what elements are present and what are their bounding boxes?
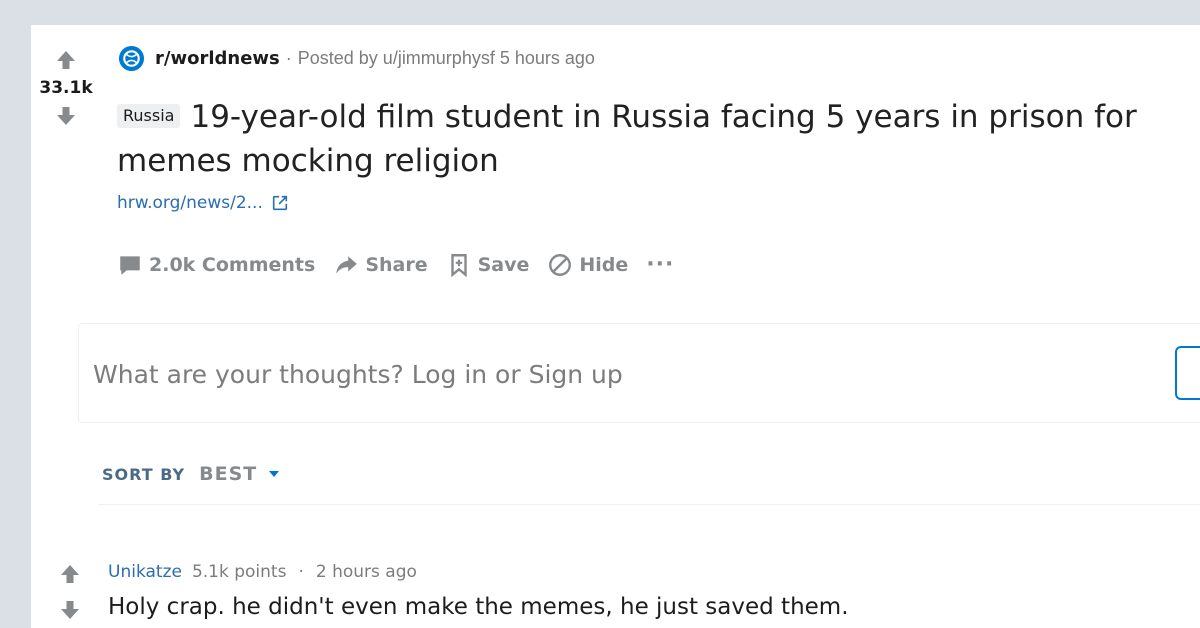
hide-icon bbox=[549, 254, 572, 276]
meta-separator: · bbox=[285, 47, 292, 68]
sort-value[interactable]: BEST bbox=[199, 463, 257, 485]
comment-meta: Unikatze 5.1k points · 2 hours ago bbox=[108, 562, 417, 582]
downvote-icon[interactable] bbox=[54, 104, 78, 128]
comment-author[interactable]: Unikatze bbox=[108, 562, 182, 582]
save-icon bbox=[450, 254, 467, 278]
save-label: Save bbox=[477, 254, 530, 276]
sort-control[interactable]: SORT BY BEST bbox=[102, 463, 281, 485]
posted-by[interactable]: Posted by u/jimmurphysf 5 hours ago bbox=[298, 48, 595, 69]
sort-label: SORT BY bbox=[102, 464, 186, 484]
post-score: 33.1k bbox=[39, 78, 93, 98]
login-button[interactable] bbox=[1175, 346, 1200, 400]
comment-points: 5.1k points bbox=[191, 562, 287, 582]
comments-label: 2.0k Comments bbox=[149, 254, 316, 276]
share-label: Share bbox=[365, 254, 428, 276]
comment-upvote-icon[interactable] bbox=[58, 562, 82, 586]
more-options-button[interactable]: ··· bbox=[646, 254, 674, 276]
caret-down-icon[interactable] bbox=[267, 467, 281, 481]
share-icon bbox=[336, 256, 358, 274]
subreddit-icon[interactable] bbox=[118, 45, 145, 72]
post-link-text[interactable]: hrw.org/news/2... bbox=[117, 193, 263, 213]
subreddit-link[interactable]: r/worldnews bbox=[155, 48, 280, 69]
divider bbox=[99, 504, 1200, 505]
comment-vote-column bbox=[58, 562, 82, 622]
save-button[interactable]: Save bbox=[446, 252, 530, 278]
post-meta: r/worldnews · Posted by u/jimmurphysf 5 … bbox=[118, 44, 595, 72]
external-link-icon[interactable] bbox=[271, 194, 289, 212]
comment-separator: · bbox=[298, 562, 304, 582]
comment-icon bbox=[120, 256, 140, 275]
hide-label: Hide bbox=[579, 254, 629, 276]
post-flair[interactable]: Russia bbox=[117, 103, 181, 128]
comments-button[interactable]: 2.0k Comments bbox=[117, 252, 315, 278]
post-title[interactable]: 19-year-old film student in Russia facin… bbox=[117, 99, 1137, 179]
comment-box[interactable]: What are your thoughts? Log in or Sign u… bbox=[78, 323, 1200, 423]
post-vote-column: 33.1k bbox=[35, 48, 97, 128]
post-link[interactable]: hrw.org/news/2... bbox=[117, 193, 289, 213]
hide-button[interactable]: Hide bbox=[547, 252, 628, 278]
post-title-row: Russia 19-year-old film student in Russia… bbox=[117, 95, 1197, 183]
post-action-bar: 2.0k Comments Share Save Hide ··· bbox=[117, 252, 692, 278]
comment-downvote-icon[interactable] bbox=[58, 598, 82, 622]
comment-body: Holy crap. he didn't even make the memes… bbox=[108, 594, 849, 620]
comment-placeholder[interactable]: What are your thoughts? Log in or Sign u… bbox=[93, 360, 623, 389]
upvote-icon[interactable] bbox=[54, 48, 78, 72]
share-button[interactable]: Share bbox=[333, 252, 428, 278]
comment-time[interactable]: 2 hours ago bbox=[316, 562, 417, 582]
